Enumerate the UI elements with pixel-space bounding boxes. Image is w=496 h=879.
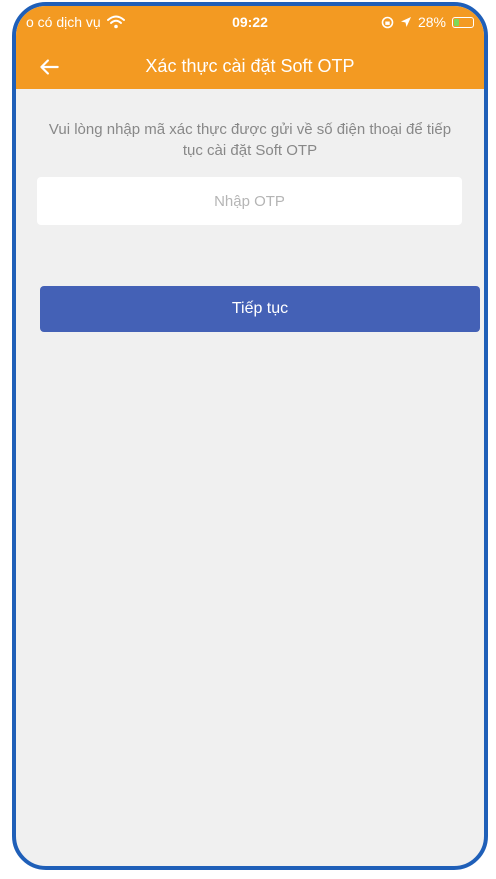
battery-level	[454, 18, 459, 26]
main-content: Vui lòng nhập mã xác thực được gửi về số…	[16, 89, 484, 866]
screen-lock-icon	[381, 16, 394, 28]
otp-input[interactable]	[37, 177, 462, 225]
page-title: Xác thực cài đặt Soft OTP	[145, 56, 355, 76]
instruction-text: Vui lòng nhập mã xác thực được gửi về số…	[48, 121, 452, 159]
status-indicators: 28%	[381, 14, 474, 30]
location-arrow-icon	[400, 17, 411, 27]
battery-icon	[452, 16, 474, 28]
app-header: o có dịch vụ 09:22 28% Xác thực cài đặt …	[16, 6, 484, 89]
continue-button[interactable]: Tiếp tục	[40, 286, 480, 332]
battery-percent: 28%	[417, 14, 446, 30]
nav-bar: Xác thực cài đặt Soft OTP	[16, 46, 484, 86]
status-bar: o có dịch vụ 09:22 28%	[16, 6, 484, 36]
phone-frame: o có dịch vụ 09:22 28% Xác thực cài đặt …	[12, 2, 488, 870]
